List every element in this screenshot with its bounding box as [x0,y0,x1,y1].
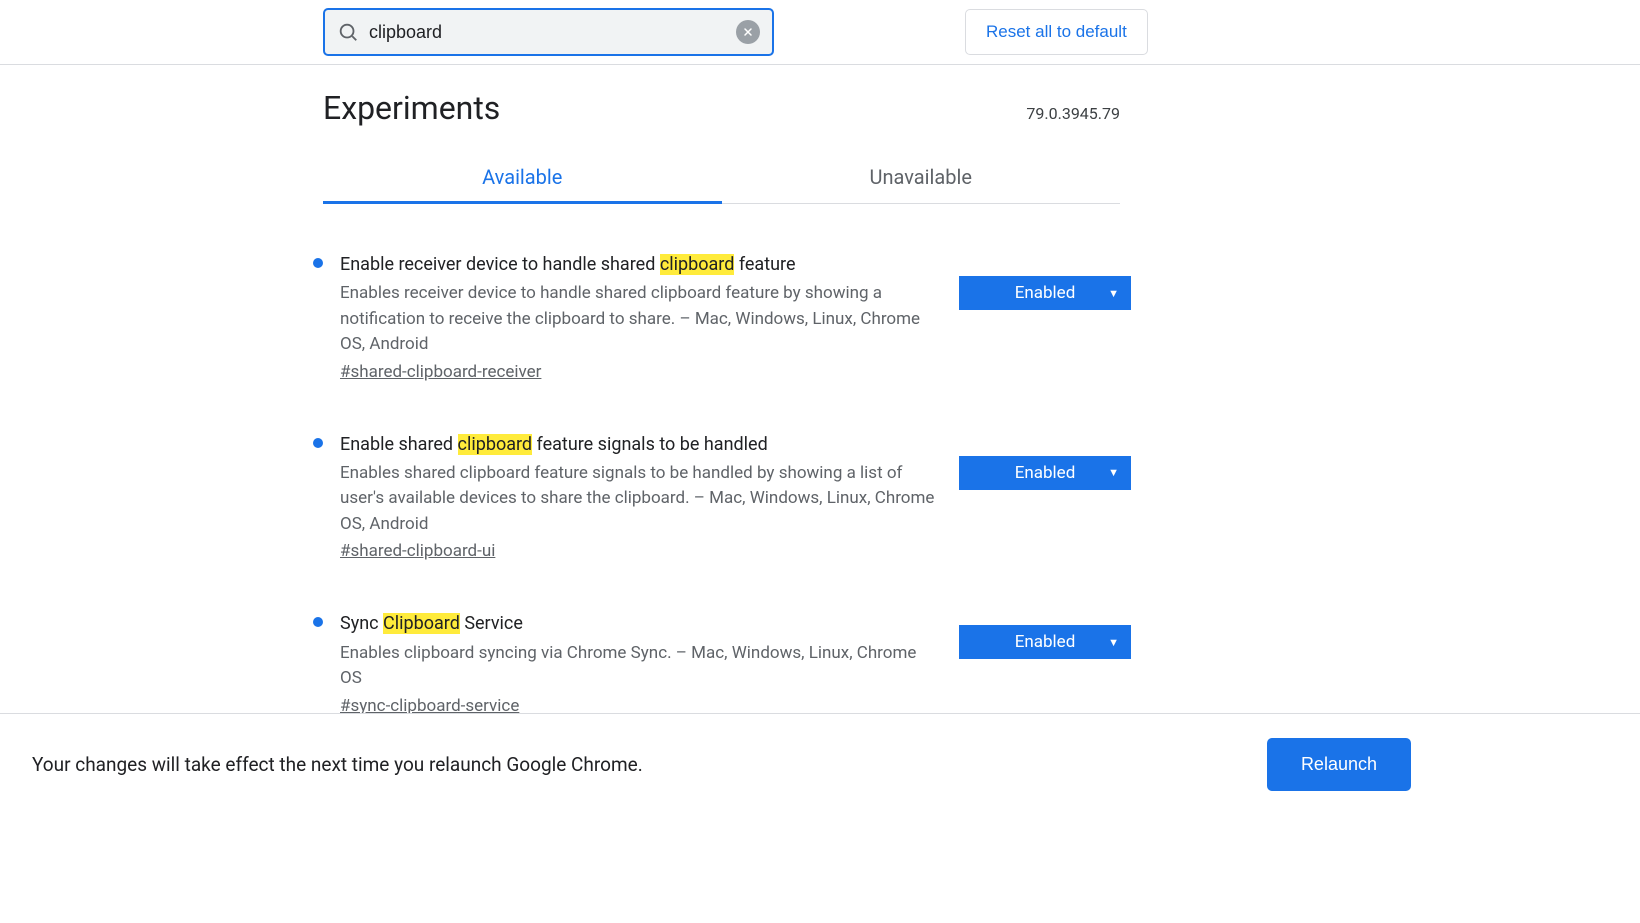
search-highlight: clipboard [660,254,735,275]
search-highlight: Clipboard [383,613,460,634]
flag-title: Enable shared clipboard feature signals … [340,432,1120,457]
clear-search-button[interactable] [736,20,760,44]
flag-item: Sync Clipboard Service Enables clipboard… [323,611,1120,715]
chevron-down-icon: ▼ [1108,466,1119,479]
flag-title: Enable receiver device to handle shared … [340,252,1120,277]
flag-state-value: Enabled [1015,283,1076,303]
flag-description: Enables clipboard syncing via Chrome Syn… [340,641,940,692]
modified-dot-icon [313,617,323,627]
page-title: Experiments [323,89,500,127]
relaunch-bar: Your changes will take effect the next t… [0,713,1640,815]
flag-state-select[interactable]: Enabled ▼ [959,625,1131,659]
flag-anchor-link[interactable]: #shared-clipboard-receiver [340,362,541,382]
search-highlight: clipboard [458,434,533,455]
flag-item: Enable shared clipboard feature signals … [323,432,1120,562]
version-label: 79.0.3945.79 [1026,104,1120,123]
search-icon [337,21,359,43]
flag-state-value: Enabled [1015,463,1076,483]
flag-description: Enables receiver device to handle shared… [340,281,940,358]
tab-unavailable[interactable]: Unavailable [722,153,1121,203]
main-content: Experiments 79.0.3945.79 Available Unava… [323,65,1120,716]
chevron-down-icon: ▼ [1108,636,1119,649]
relaunch-message: Your changes will take effect the next t… [32,753,643,776]
heading-row: Experiments 79.0.3945.79 [323,89,1120,127]
search-input[interactable] [369,22,736,43]
tabs: Available Unavailable [323,153,1120,204]
relaunch-button[interactable]: Relaunch [1267,738,1411,791]
top-bar: Reset all to default [0,0,1640,65]
flag-state-select[interactable]: Enabled ▼ [959,276,1131,310]
chevron-down-icon: ▼ [1108,287,1119,300]
tab-available[interactable]: Available [323,153,722,203]
reset-all-button[interactable]: Reset all to default [965,9,1148,55]
flag-state-select[interactable]: Enabled ▼ [959,456,1131,490]
flags-list: Enable receiver device to handle shared … [323,252,1120,716]
modified-dot-icon [313,258,323,268]
flag-state-value: Enabled [1015,632,1076,652]
flag-anchor-link[interactable]: #shared-clipboard-ui [340,541,495,561]
modified-dot-icon [313,438,323,448]
flag-description: Enables shared clipboard feature signals… [340,461,940,538]
flag-item: Enable receiver device to handle shared … [323,252,1120,382]
close-icon [742,26,754,38]
search-box[interactable] [323,8,774,56]
